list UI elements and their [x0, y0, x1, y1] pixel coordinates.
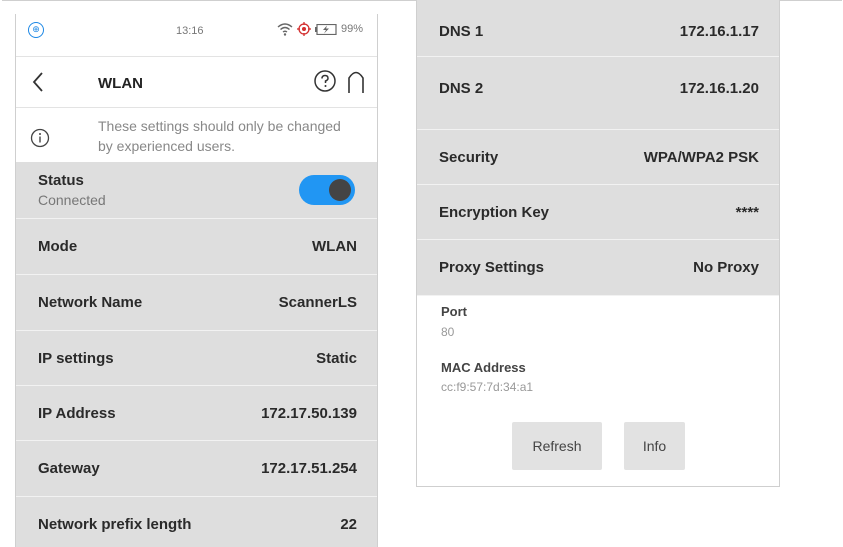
setting-row-ip-settings[interactable]: IP settings Static	[16, 331, 377, 386]
wlan-settings-panel-right: DNS 1 172.16.1.17 DNS 2 172.16.1.20 Secu…	[416, 0, 780, 487]
wlan-toggle[interactable]	[299, 175, 355, 205]
setting-row-dns2[interactable]: DNS 2 172.16.1.20	[417, 57, 779, 130]
setting-row-mode[interactable]: Mode WLAN	[16, 219, 377, 275]
setting-row-dns1[interactable]: DNS 1 172.16.1.17	[417, 0, 779, 57]
toggle-knob	[329, 179, 351, 201]
setting-row-encryption-key[interactable]: Encryption Key ****	[417, 185, 779, 240]
row-value: 22	[340, 516, 357, 533]
row-label: Security	[439, 149, 499, 166]
help-circle-icon[interactable]	[313, 69, 337, 93]
row-value: 172.17.50.139	[261, 405, 357, 422]
status-sub: Connected	[38, 192, 106, 208]
row-value: 172.16.1.20	[679, 80, 759, 97]
row-value: 172.16.1.17	[679, 23, 759, 40]
status-label: Status	[38, 172, 84, 189]
home-arch-icon[interactable]	[347, 69, 365, 95]
status-icons: 99%	[277, 22, 363, 36]
chevron-left-icon[interactable]	[28, 69, 50, 95]
page-title: WLAN	[98, 75, 143, 92]
row-label: Mode	[38, 238, 78, 255]
target-alert-icon	[296, 22, 311, 36]
mac-value: cc:f9:57:7d:34:a1	[441, 380, 534, 394]
row-value: No Proxy	[693, 259, 759, 276]
row-value: WPA/WPA2 PSK	[643, 149, 759, 166]
app-indicator-icon: ⊕	[28, 22, 44, 38]
row-value: ****	[735, 204, 759, 221]
info-button[interactable]: Info	[624, 422, 685, 470]
mac-label: MAC Address	[441, 360, 526, 375]
refresh-button[interactable]: Refresh	[512, 422, 602, 470]
status-row[interactable]: Status Connected	[16, 162, 377, 219]
app-header: WLAN	[16, 56, 377, 108]
row-value: WLAN	[312, 238, 357, 255]
row-value: Static	[316, 350, 357, 367]
status-time: 13:16	[176, 25, 204, 37]
row-label: Network prefix length	[38, 516, 192, 533]
row-label: Gateway	[38, 460, 100, 477]
setting-row-security[interactable]: Security WPA/WPA2 PSK	[417, 130, 779, 185]
port-label: Port	[441, 304, 467, 319]
row-value: ScannerLS	[278, 294, 357, 311]
warning-notice: These settings should only be changed by…	[16, 108, 377, 162]
row-label: DNS 2	[439, 80, 484, 97]
notice-text: These settings should only be changed by…	[98, 118, 341, 154]
wlan-settings-panel-left: ⊕ 13:16 99% WLAN These settings should o…	[15, 14, 378, 547]
setting-row-gateway[interactable]: Gateway 172.17.51.254	[16, 441, 377, 497]
setting-row-network-name[interactable]: Network Name ScannerLS	[16, 275, 377, 331]
row-label: IP settings	[38, 350, 114, 367]
row-label: Proxy Settings	[439, 259, 545, 276]
row-label: Network Name	[38, 294, 143, 311]
setting-row-ip-address[interactable]: IP Address 172.17.50.139	[16, 386, 377, 441]
row-label: IP Address	[38, 405, 116, 422]
battery-percent: 99%	[340, 23, 363, 35]
wifi-icon	[277, 22, 293, 36]
setting-row-proxy[interactable]: Proxy Settings No Proxy	[417, 240, 779, 296]
setting-row-network-prefix[interactable]: Network prefix length 22	[16, 497, 377, 547]
status-bar: ⊕ 13:16 99%	[16, 14, 377, 56]
row-label: DNS 1	[439, 23, 484, 40]
info-circle-icon	[30, 128, 50, 148]
row-label: Encryption Key	[439, 204, 550, 221]
port-value: 80	[441, 325, 455, 339]
battery-charging-icon	[314, 23, 337, 35]
row-value: 172.17.51.254	[261, 460, 357, 477]
